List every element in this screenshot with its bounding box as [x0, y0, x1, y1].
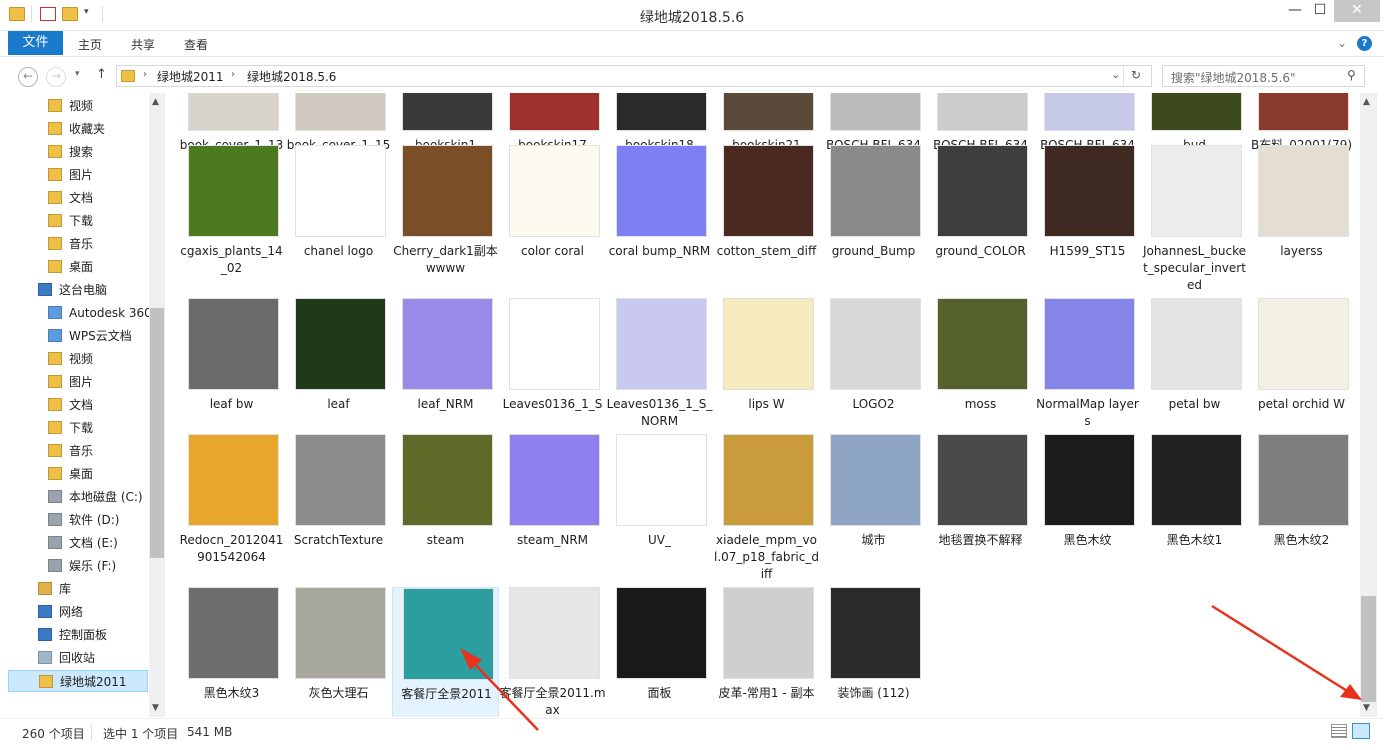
annotation-arrow-head: [1340, 684, 1362, 700]
annotation-arrow-line: [1211, 604, 1353, 696]
annotation-arrow-line: [467, 656, 539, 731]
annotation-arrows: [460, 604, 1362, 731]
